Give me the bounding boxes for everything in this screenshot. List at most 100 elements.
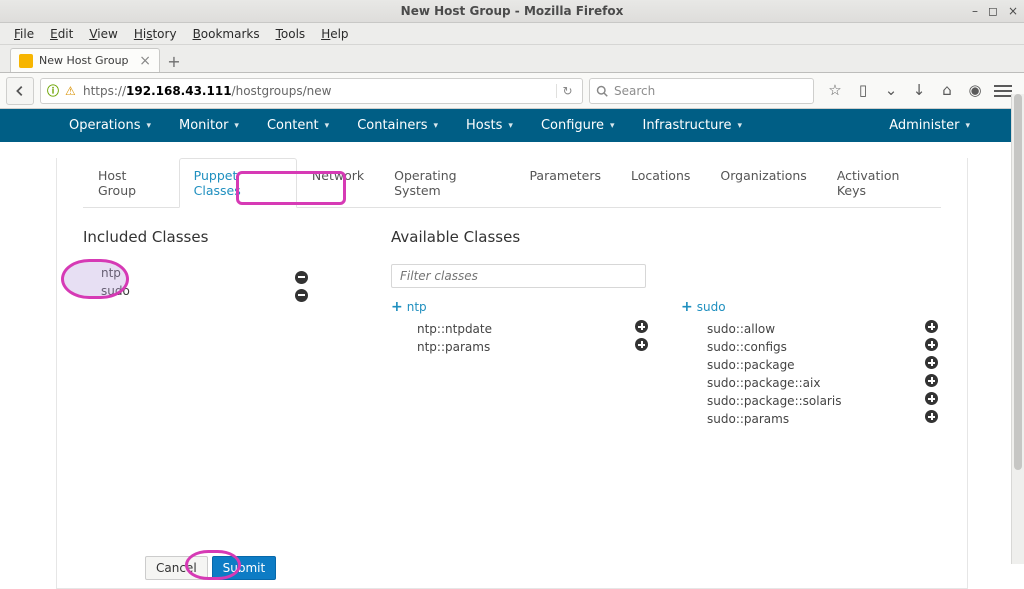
nav-operations[interactable]: Operations▾	[55, 109, 165, 142]
cancel-button[interactable]: Cancel	[145, 556, 208, 580]
window-title: New Host Group - Mozilla Firefox	[401, 0, 624, 23]
add-class-button[interactable]	[925, 374, 941, 392]
library-icon[interactable]: ▯	[854, 81, 872, 101]
tab-operating-system[interactable]: Operating System	[379, 158, 514, 208]
plus-icon	[635, 338, 648, 351]
available-class-name[interactable]: sudo::configs	[707, 339, 925, 356]
menu-history[interactable]: History	[126, 25, 185, 43]
menu-button[interactable]	[994, 81, 1012, 101]
vertical-scrollbar[interactable]	[1011, 94, 1024, 564]
class-group-toggle[interactable]: + sudo	[681, 300, 941, 314]
menu-file[interactable]: File	[6, 25, 42, 43]
menu-edit[interactable]: Edit	[42, 25, 81, 43]
bookmark-star-icon[interactable]: ☆	[826, 81, 844, 101]
available-group-ntp: + ntp ntp::ntpdate ntp::params	[391, 300, 651, 428]
chevron-down-icon: ▾	[325, 121, 330, 131]
menu-view[interactable]: View	[81, 25, 125, 43]
scrollbar-thumb[interactable]	[1014, 94, 1022, 470]
nav-monitor[interactable]: Monitor▾	[165, 109, 253, 142]
add-class-button[interactable]	[925, 338, 941, 356]
extension-icon[interactable]: ◉	[966, 81, 984, 101]
search-icon	[596, 85, 608, 97]
menu-bookmarks[interactable]: Bookmarks	[185, 25, 268, 43]
included-classes-column: Included Classes ntp sudo	[83, 228, 351, 428]
included-class-name[interactable]: ntp	[83, 264, 293, 282]
add-class-button[interactable]	[635, 338, 651, 356]
search-box[interactable]: Search	[589, 78, 814, 104]
reload-button[interactable]: ↻	[556, 84, 578, 98]
nav-containers[interactable]: Containers▾	[343, 109, 452, 142]
class-group-toggle[interactable]: + ntp	[391, 300, 651, 314]
included-class-name[interactable]: sudo	[83, 282, 293, 300]
menu-help[interactable]: Help	[313, 25, 356, 43]
window-minimize-button[interactable]: –	[972, 0, 978, 23]
available-class-name[interactable]: sudo::package::aix	[707, 375, 925, 392]
chevron-down-icon: ▾	[234, 121, 239, 131]
add-class-button[interactable]	[925, 410, 941, 428]
url-bar[interactable]: ⓘ ⚠ https://192.168.43.111/hostgroups/ne…	[40, 78, 583, 104]
tab-organizations[interactable]: Organizations	[705, 158, 821, 208]
chevron-down-icon: ▾	[965, 121, 970, 131]
window-close-button[interactable]: ×	[1008, 0, 1018, 23]
add-class-button[interactable]	[925, 320, 941, 338]
toolbar-icons: ☆ ▯ ⌄ ↓ ⌂ ◉	[820, 81, 1018, 101]
available-classes-tree: + ntp ntp::ntpdate ntp::params +	[391, 300, 941, 428]
available-class-name[interactable]: sudo::allow	[707, 321, 925, 338]
firefox-menubar: File Edit View History Bookmarks Tools H…	[0, 23, 1024, 45]
available-class-name[interactable]: sudo::params	[707, 411, 925, 428]
available-class-row: sudo::package::aix	[681, 374, 941, 392]
available-class-row: sudo::configs	[681, 338, 941, 356]
tab-host-group[interactable]: Host Group	[83, 158, 179, 208]
included-classes-list: ntp sudo	[83, 264, 351, 300]
chevron-down-icon: ▾	[146, 121, 151, 131]
downloads-icon[interactable]: ↓	[910, 81, 928, 101]
tab-close-icon[interactable]: ×	[139, 54, 151, 68]
lock-warning-icon: ⚠	[65, 84, 79, 98]
tab-locations[interactable]: Locations	[616, 158, 705, 208]
pocket-icon[interactable]: ⌄	[882, 81, 900, 101]
available-class-row: ntp::params	[391, 338, 651, 356]
remove-class-button[interactable]	[293, 283, 309, 299]
plus-expand-icon: +	[391, 301, 403, 313]
tab-activation-keys[interactable]: Activation Keys	[822, 158, 941, 208]
nav-infrastructure[interactable]: Infrastructure▾	[628, 109, 756, 142]
available-class-row: sudo::package	[681, 356, 941, 374]
available-class-name[interactable]: ntp::ntpdate	[417, 321, 635, 338]
tab-parameters[interactable]: Parameters	[514, 158, 616, 208]
class-group-name: ntp	[407, 300, 427, 314]
nav-configure[interactable]: Configure▾	[527, 109, 629, 142]
plus-icon	[925, 410, 938, 423]
add-class-button[interactable]	[635, 320, 651, 338]
nav-hosts[interactable]: Hosts▾	[452, 109, 527, 142]
available-class-name[interactable]: ntp::params	[417, 339, 635, 356]
nav-administer[interactable]: Administer▾	[875, 109, 984, 142]
nav-content[interactable]: Content▾	[253, 109, 343, 142]
remove-class-button[interactable]	[293, 265, 309, 281]
submit-button[interactable]: Submit	[212, 556, 277, 580]
chevron-down-icon: ▾	[434, 121, 439, 131]
home-icon[interactable]: ⌂	[938, 81, 956, 101]
available-group-sudo: + sudo sudo::allow sudo::configs sudo::p…	[681, 300, 941, 428]
arrow-left-icon	[13, 84, 27, 98]
new-tab-button[interactable]: +	[160, 50, 188, 72]
add-class-button[interactable]	[925, 356, 941, 374]
minus-icon	[295, 289, 308, 302]
plus-expand-icon: +	[681, 301, 693, 313]
filter-classes-input[interactable]	[391, 264, 646, 288]
form-footer: Cancel Submit	[145, 556, 276, 580]
plus-icon	[925, 356, 938, 369]
window-maximize-button[interactable]: ◻	[988, 0, 998, 23]
browser-tab[interactable]: New Host Group ×	[10, 48, 160, 72]
back-button[interactable]	[6, 77, 34, 105]
available-class-name[interactable]: sudo::package::solaris	[707, 393, 925, 410]
available-class-name[interactable]: sudo::package	[707, 357, 925, 374]
info-icon[interactable]: ⓘ	[45, 82, 61, 99]
chevron-down-icon: ▾	[737, 121, 742, 131]
menu-tools[interactable]: Tools	[268, 25, 314, 43]
available-classes-column: Available Classes + ntp ntp::ntpdate ntp…	[391, 228, 941, 428]
browser-tab-title: New Host Group	[39, 54, 129, 67]
url-text: https://192.168.43.111/hostgroups/new	[83, 84, 552, 98]
plus-icon	[925, 320, 938, 333]
add-class-button[interactable]	[925, 392, 941, 410]
class-group-name: sudo	[697, 300, 726, 314]
